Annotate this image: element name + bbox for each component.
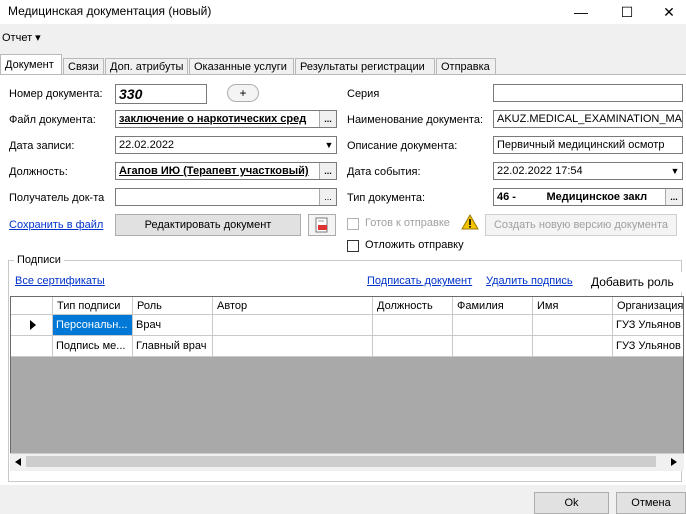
tab-services[interactable]: Оказанные услуги xyxy=(189,58,294,74)
doc-name-field[interactable]: AKUZ.MEDICAL_EXAMINATION_MAII xyxy=(493,110,683,128)
table-cell[interactable] xyxy=(373,336,453,357)
row-selector-current[interactable] xyxy=(11,315,53,336)
table-cell[interactable] xyxy=(453,336,533,357)
scroll-thumb[interactable] xyxy=(26,456,656,467)
series-label: Серия xyxy=(347,88,380,100)
doc-number-field[interactable]: 330 xyxy=(115,84,207,104)
scroll-left-icon[interactable] xyxy=(12,455,24,468)
table-cell[interactable] xyxy=(453,315,533,336)
sign-document-link[interactable]: Подписать документ xyxy=(367,275,472,287)
col-header-signature-type[interactable]: Тип подписи xyxy=(53,297,133,315)
tab-document[interactable]: Документ xyxy=(0,54,62,75)
table-cell[interactable] xyxy=(213,315,373,336)
signatures-group-title: Подписи xyxy=(14,254,64,266)
event-date-value: 22.02.2022 17:54 xyxy=(497,165,583,177)
doc-file-label: Файл документа: xyxy=(9,114,96,126)
doc-name-label: Наименование документа: xyxy=(347,114,484,126)
position-field[interactable]: Агапов ИЮ (Терапевт участковый) ... xyxy=(115,162,337,180)
window-title: Медицинская документация (новый) xyxy=(8,4,212,18)
doc-desc-label: Описание документа: xyxy=(347,140,458,152)
recipient-field[interactable]: ... xyxy=(115,188,337,206)
ready-to-send-label: Готов к отправке xyxy=(365,217,450,229)
add-role-button[interactable]: Добавить роль xyxy=(585,272,686,292)
maximize-button[interactable]: ☐ xyxy=(604,0,650,24)
record-date-value: 22.02.2022 xyxy=(119,139,175,151)
doc-type-value: 46 - Медицинское закл xyxy=(497,191,648,203)
menu-report[interactable]: Отчет ▾ xyxy=(2,31,41,44)
tab-links[interactable]: Связи xyxy=(63,58,104,74)
doc-type-label: Тип документа: xyxy=(347,192,426,204)
position-value: Агапов ИЮ (Терапевт участковый) xyxy=(119,165,309,177)
warning-icon xyxy=(461,213,479,233)
scroll-right-icon[interactable] xyxy=(668,455,680,468)
add-button[interactable]: + xyxy=(227,84,259,102)
tab-sending[interactable]: Отправка xyxy=(436,58,496,74)
event-date-field[interactable]: 22.02.2022 17:54 ▼ xyxy=(493,162,683,180)
col-header-surname[interactable]: Фамилия xyxy=(453,297,533,315)
edit-document-button[interactable]: Редактировать документ xyxy=(115,214,301,236)
table-cell[interactable] xyxy=(533,336,613,357)
table-cell[interactable]: Врач xyxy=(133,315,213,336)
table-cell[interactable] xyxy=(533,315,613,336)
table-cell[interactable]: ГУЗ Ульянов xyxy=(613,315,683,336)
chevron-down-icon[interactable]: ▼ xyxy=(668,163,682,179)
tab-extra-attributes[interactable]: Доп. атрибуты xyxy=(105,58,188,74)
record-date-field[interactable]: 22.02.2022 ▼ xyxy=(115,136,337,154)
grid-row-header-corner xyxy=(11,297,53,315)
close-button[interactable]: ✕ xyxy=(646,0,686,24)
tab-registration-results[interactable]: Результаты регистрации xyxy=(295,58,435,74)
position-label: Должность: xyxy=(9,166,68,178)
table-cell[interactable]: Главный врач xyxy=(133,336,213,357)
chevron-down-icon[interactable]: ▼ xyxy=(322,137,336,153)
row-selector[interactable] xyxy=(11,336,53,357)
doc-desc-field[interactable]: Первичный медицинский осмотр xyxy=(493,136,683,154)
table-cell[interactable] xyxy=(373,315,453,336)
doc-type-field[interactable]: 46 - Медицинское закл ... xyxy=(493,188,683,206)
row-pointer-icon xyxy=(30,320,36,330)
browse-file-button[interactable]: ... xyxy=(319,111,336,127)
table-cell[interactable] xyxy=(213,336,373,357)
ready-to-send-checkbox[interactable] xyxy=(347,218,359,230)
recipient-label: Получатель док-та xyxy=(9,192,105,204)
browse-doc-type-button[interactable]: ... xyxy=(665,189,682,205)
record-date-label: Дата записи: xyxy=(9,140,75,152)
col-header-position[interactable]: Должность xyxy=(373,297,453,315)
defer-sending-checkbox[interactable] xyxy=(347,240,359,252)
table-cell[interactable]: Персональн... xyxy=(53,315,133,336)
signatures-grid: Тип подписи Роль Автор Должность Фамилия… xyxy=(10,296,684,470)
doc-file-field[interactable]: заключение о наркотических сред ... xyxy=(115,110,337,128)
doc-file-value: заключение о наркотических сред xyxy=(119,113,307,125)
ok-button[interactable]: Ok xyxy=(534,492,609,514)
browse-position-button[interactable]: ... xyxy=(319,163,336,179)
col-header-name[interactable]: Имя xyxy=(533,297,613,315)
col-header-author[interactable]: Автор xyxy=(213,297,373,315)
col-header-organization[interactable]: Организация xyxy=(613,297,683,315)
cancel-button[interactable]: Отмена xyxy=(616,492,686,514)
table-cell[interactable]: Подпись ме... xyxy=(53,336,133,357)
minimize-button[interactable]: — xyxy=(558,0,604,24)
delete-signature-link[interactable]: Удалить подпись xyxy=(486,275,573,287)
browse-recipient-button[interactable]: ... xyxy=(319,189,336,205)
col-header-role[interactable]: Роль xyxy=(133,297,213,315)
series-field[interactable] xyxy=(493,84,683,102)
event-date-label: Дата события: xyxy=(347,166,421,178)
save-to-file-link[interactable]: Сохранить в файл xyxy=(9,219,103,231)
all-certificates-link[interactable]: Все сертификаты xyxy=(15,275,105,287)
create-new-version-button[interactable]: Создать новую версию документа xyxy=(485,214,677,236)
defer-sending-label: Отложить отправку xyxy=(365,239,464,251)
doc-number-label: Номер документа: xyxy=(9,88,103,100)
pdf-document-icon[interactable] xyxy=(308,214,336,236)
table-cell[interactable]: ГУЗ Ульянов xyxy=(613,336,683,357)
